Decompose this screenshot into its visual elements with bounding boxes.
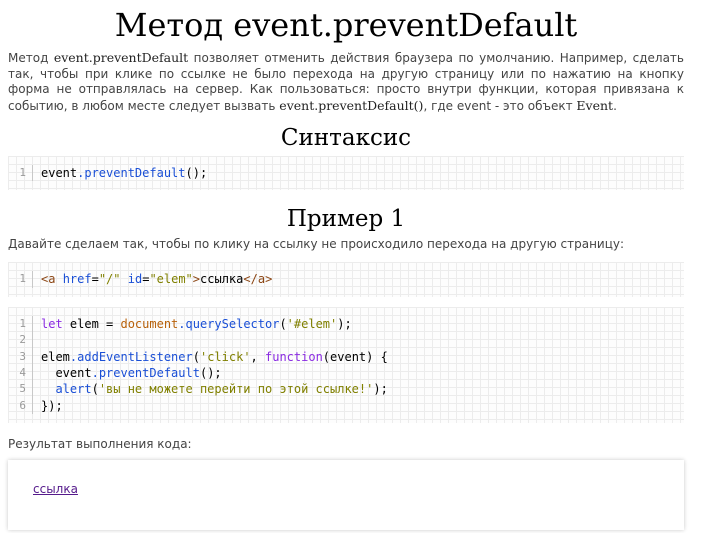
syntax-code-block: 1 event.preventDefault();	[8, 156, 684, 190]
code-token: .	[91, 365, 99, 380]
code-text: <a href="/" id="elem">ссылка</a>	[33, 271, 272, 287]
line-number: 4	[8, 364, 33, 382]
code-token: ссылка	[200, 272, 244, 287]
intro-term-method: event.preventDefault	[53, 50, 189, 65]
code-token: elem	[41, 349, 70, 364]
intro-text: , где event - это объект	[423, 98, 577, 113]
code-line: 5 alert('вы не можете перейти по этой сс…	[8, 381, 684, 398]
code-token: let	[41, 316, 63, 331]
code-token: (	[279, 316, 287, 331]
code-token: function	[265, 349, 323, 364]
code-token: preventDefault	[98, 365, 200, 380]
code-text: event.preventDefault();	[33, 165, 207, 181]
code-token: querySelector	[185, 316, 280, 331]
code-line: 1 event.preventDefault();	[8, 165, 684, 182]
code-token: '#elem'	[286, 316, 338, 331]
line-number: 2	[8, 332, 33, 349]
code-text: event.preventDefault();	[33, 365, 222, 381]
code-text: alert('вы не можете перейти по этой ссыл…	[33, 381, 388, 397]
code-token: "elem"	[149, 272, 193, 287]
code-token: );	[337, 316, 352, 331]
article: Метод event.preventDefault Метод event.p…	[8, 0, 684, 531]
line-number: 1	[8, 271, 33, 288]
code-token: event	[41, 166, 78, 180]
intro-text: Метод	[8, 51, 54, 65]
code-token: id	[127, 272, 143, 287]
code-token: ();	[199, 365, 222, 380]
code-token: (event) {	[322, 349, 388, 364]
code-token: preventDefault	[84, 166, 186, 180]
code-line: 2	[8, 332, 684, 349]
js-code-block: 1 let elem = document.querySelector('#el…	[8, 307, 684, 423]
code-token: (	[91, 382, 99, 397]
line-number: 1	[8, 315, 33, 333]
code-token: href	[62, 272, 92, 287]
example-heading: Пример 1	[286, 206, 406, 233]
intro-term-call: event.preventDefault()	[279, 97, 424, 113]
code-token: alert	[41, 382, 92, 397]
code-text: elem.addEventListener('click', function(…	[33, 349, 388, 365]
result-label: Результат выполнения кода:	[8, 437, 192, 452]
code-line: 4 event.preventDefault();	[8, 364, 684, 382]
code-token: 'click'	[199, 349, 251, 364]
line-number: 1	[8, 165, 33, 182]
code-token: </a>	[243, 272, 273, 287]
intro-paragraph: Метод event.preventDefault позволяет отм…	[8, 50, 684, 114]
code-token: addEventListener	[77, 349, 193, 364]
code-line: 6 });	[8, 397, 684, 415]
code-token: <a	[41, 272, 63, 287]
html-code-block: 1 <a href="/" id="elem">ссылка</a>	[8, 262, 684, 296]
example-lead: Давайте сделаем так, чтобы по клику на с…	[8, 237, 625, 252]
page-title: Метод event.preventDefault	[114, 6, 578, 44]
code-line: 1 <a href="/" id="elem">ссылка</a>	[8, 271, 684, 288]
code-token: =	[91, 272, 99, 287]
code-text: let elem = document.querySelector('#elem…	[33, 316, 352, 332]
line-number: 6	[8, 397, 33, 415]
result-link[interactable]: ссылка	[33, 482, 78, 496]
code-line: 1 let elem = document.querySelector('#el…	[8, 315, 684, 333]
code-token: elem =	[62, 316, 121, 331]
line-number: 3	[8, 348, 33, 365]
code-token: event	[41, 365, 92, 380]
code-token: ();	[185, 166, 208, 180]
intro-text: .	[613, 98, 617, 113]
intro-term-event: Event	[576, 97, 614, 113]
code-token: 'вы не можете перейти по этой ссылке!'	[98, 382, 374, 397]
code-token: ,	[250, 349, 265, 364]
code-token: >	[192, 272, 201, 287]
code-token: );	[373, 382, 388, 397]
result-box: ссылка	[8, 460, 684, 531]
code-token: .	[178, 316, 186, 331]
code-text: });	[41, 398, 63, 413]
code-token: document	[120, 316, 179, 331]
code-token: "/"	[98, 272, 121, 287]
line-number: 5	[8, 381, 33, 398]
syntax-heading: Синтаксис	[280, 125, 412, 151]
code-token: (	[192, 349, 200, 364]
code-line: 3 elem.addEventListener('click', functio…	[8, 348, 684, 365]
